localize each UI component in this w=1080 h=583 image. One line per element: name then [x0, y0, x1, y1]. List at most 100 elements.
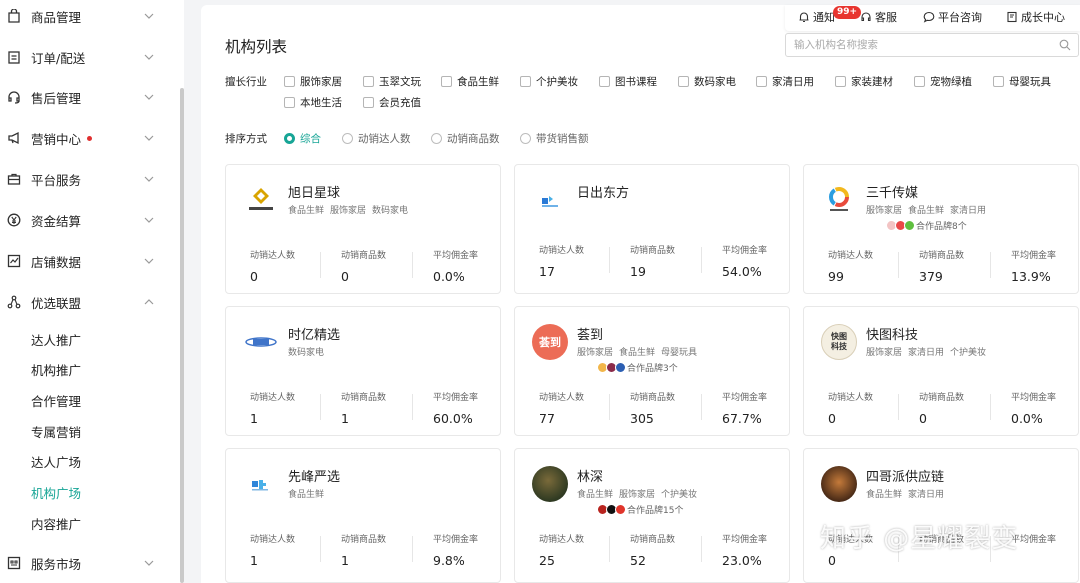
sub-item-cooperation[interactable]: 合作管理	[31, 391, 81, 410]
partner-brands[interactable]: 合作品牌15个	[597, 503, 683, 516]
sub-item-agency-promo[interactable]: 机构推广	[31, 360, 81, 379]
briefcase-icon	[6, 171, 22, 187]
search-icon[interactable]	[1059, 39, 1071, 51]
stat-commission: 平均佣金率 54.0%	[722, 246, 768, 279]
agency-card[interactable]: 先峰严选 食品生鲜 动销达人数 1 动销商品数 1 平均佣金率 9.8%	[225, 448, 501, 583]
menu-store-data[interactable]: 店铺数据	[0, 248, 170, 274]
sidebar-scrollbar[interactable]	[180, 88, 184, 583]
agency-logo	[243, 466, 279, 502]
agency-card[interactable]: 三千传媒 服饰家居 食品生鲜 家清日用 合作品牌8个 动销达人数 99 动销商品数 37…	[803, 164, 1079, 294]
stat-products: 动销商品数 52	[630, 535, 676, 568]
agency-name: 旭日星球	[288, 186, 341, 201]
stat-commission: 平均佣金率 23.0%	[722, 535, 768, 568]
agency-logo	[821, 466, 857, 502]
industry-checkbox[interactable]: 食品生鲜	[441, 74, 499, 89]
chevron-down-icon	[144, 258, 154, 264]
notify-label: 通知	[813, 11, 835, 24]
industry-checkbox[interactable]: 宠物绿植	[914, 74, 972, 89]
top-nav: 通知 99+ 客服 平台咨询 成长中心	[785, 5, 1080, 31]
stat-commission: 平均佣金率	[1011, 535, 1057, 545]
market-icon	[6, 555, 22, 571]
stat-products: 动销商品数 1	[341, 535, 387, 568]
stat-commission: 平均佣金率 0.0%	[433, 251, 479, 284]
menu-label: 商品管理	[31, 9, 82, 25]
sub-item-agency-square[interactable]: 机构广场	[31, 483, 81, 502]
industry-checkbox[interactable]: 母婴玩具	[993, 74, 1051, 89]
menu-marketing[interactable]: 营销中心	[0, 125, 170, 151]
stat-products: 动销商品数 1	[341, 393, 387, 426]
consult-button[interactable]: 平台咨询	[923, 9, 982, 25]
agency-tags: 服饰家居 食品生鲜 母婴玩具	[577, 348, 698, 358]
sidebar: 商品管理 订单/配送 售后管理 营销中心 平台服务 资金结算 店铺数据 优选联盟…	[0, 0, 184, 583]
notification-dot	[87, 135, 93, 141]
clipboard-icon	[6, 49, 22, 65]
partner-brands[interactable]: 合作品牌8个	[886, 219, 967, 232]
notify-badge: 99+	[833, 6, 862, 19]
agency-logo	[532, 182, 568, 218]
consult-label: 平台咨询	[938, 11, 982, 24]
bag-icon	[6, 8, 22, 24]
agency-tags: 食品生鲜 服饰家居 个护美妆	[577, 490, 698, 500]
agency-card[interactable]: 时亿精选 数码家电 动销达人数 1 动销商品数 1 平均佣金率 60.0%	[225, 306, 501, 436]
agency-card[interactable]: 旭日星球 食品生鲜 服饰家居 数码家电 动销达人数 0 动销商品数 0 平均佣金率 0.0…	[225, 164, 501, 294]
menu-aftersale[interactable]: 售后管理	[0, 84, 170, 110]
industry-checkbox[interactable]: 玉翠文玩	[363, 74, 421, 89]
industry-checkbox[interactable]: 本地生活	[284, 95, 342, 110]
sort-radio-comprehensive[interactable]: 综合	[284, 131, 321, 146]
agency-tags: 食品生鲜	[288, 490, 325, 500]
sub-item-content-promo[interactable]: 内容推广	[31, 514, 81, 533]
stat-products: 动销商品数 19	[630, 246, 676, 279]
agency-tags: 服饰家居 家清日用 个护美妆	[866, 348, 987, 358]
partner-brands[interactable]: 合作品牌3个	[597, 361, 678, 374]
page-title: 机构列表	[225, 38, 288, 56]
menu-funds[interactable]: 资金结算	[0, 207, 170, 233]
notify-button[interactable]: 通知 99+	[798, 6, 862, 25]
stat-talents: 动销达人数 1	[250, 393, 296, 426]
agency-card[interactable]: 日出东方 动销达人数 17 动销商品数 19 平均佣金率 54.0%	[514, 164, 790, 294]
industry-checkbox[interactable]: 图书课程	[599, 74, 657, 89]
bell-icon	[799, 12, 809, 23]
sub-item-talent-square[interactable]: 达人广场	[31, 452, 81, 471]
watermark: 知乎 @星耀裂变	[820, 524, 1019, 554]
main-panel: 机构列表 通知 99+ 客服 平台咨询 成长中心 擅长行业 服饰家居 玉翠文玩 …	[201, 5, 1080, 583]
industry-checkbox[interactable]: 家装建材	[835, 74, 893, 89]
growth-button[interactable]: 成长中心	[1006, 9, 1065, 25]
sort-radio-talents[interactable]: 动销达人数	[342, 131, 411, 146]
industry-checkbox[interactable]: 数码家电	[678, 74, 736, 89]
menu-goods[interactable]: 商品管理	[0, 3, 170, 29]
stat-talents: 动销达人数 99	[828, 251, 874, 284]
service-label: 客服	[875, 11, 897, 24]
sort-radio-products[interactable]: 动销商品数	[431, 131, 500, 146]
menu-orders[interactable]: 订单/配送	[0, 44, 170, 70]
menu-label: 店铺数据	[31, 254, 82, 270]
menu-service-market[interactable]: 服务市场	[0, 550, 170, 576]
search-input[interactable]	[786, 34, 1036, 56]
menu-platform-service[interactable]: 平台服务	[0, 166, 170, 192]
agency-name: 荟到	[577, 328, 604, 343]
chevron-down-icon	[144, 13, 154, 19]
industry-checkbox[interactable]: 服饰家居	[284, 74, 342, 89]
menu-label: 订单/配送	[31, 50, 86, 66]
agency-card[interactable]: 林深 食品生鲜 服饰家居 个护美妆 合作品牌15个 动销达人数 25 动销商品数 52 …	[514, 448, 790, 583]
industry-checkbox[interactable]: 会员充值	[363, 95, 421, 110]
chevron-down-icon	[144, 54, 154, 60]
sort-label: 排序方式	[225, 133, 267, 145]
menu-alliance[interactable]: 优选联盟	[0, 289, 170, 315]
headset-icon	[6, 89, 22, 105]
chat-bubble-icon	[923, 11, 935, 23]
sub-item-talent-promo[interactable]: 达人推广	[31, 330, 81, 349]
agency-card[interactable]: 快图科技 快图科技 服饰家居 家清日用 个护美妆 动销达人数 0 动销商品数 0 平均佣…	[803, 306, 1079, 436]
agency-card[interactable]: 荟到 荟到 服饰家居 食品生鲜 母婴玩具 合作品牌3个 动销达人数 77 动销商品数 3…	[514, 306, 790, 436]
stat-commission: 平均佣金率 0.0%	[1011, 393, 1057, 426]
chevron-down-icon	[144, 135, 154, 141]
agency-card[interactable]: 四哥派供应链 食品生鲜 家清日用 动销达人数 0 动销商品数 平均佣金率	[803, 448, 1079, 583]
stat-talents: 动销达人数 1	[250, 535, 296, 568]
agency-name: 三千传媒	[866, 186, 919, 201]
service-button[interactable]: 客服	[860, 9, 897, 25]
agency-name: 日出东方	[577, 186, 630, 201]
stat-commission: 平均佣金率 67.7%	[722, 393, 768, 426]
sort-radio-sales[interactable]: 带货销售额	[520, 131, 589, 146]
sub-item-exclusive[interactable]: 专属营销	[31, 422, 81, 441]
industry-checkbox[interactable]: 个护美妆	[520, 74, 578, 89]
industry-checkbox[interactable]: 家清日用	[756, 74, 814, 89]
